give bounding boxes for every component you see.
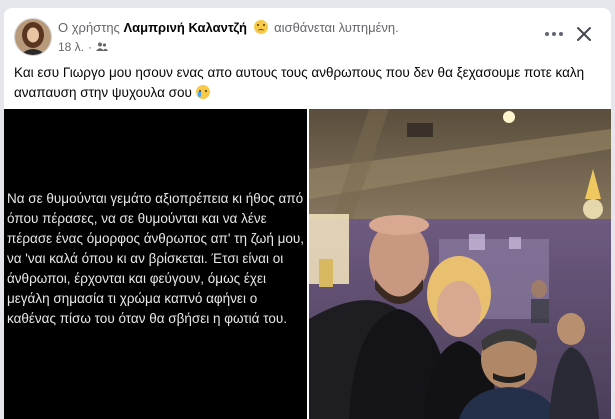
more-options-icon[interactable] — [540, 24, 568, 44]
people-photo[interactable] — [309, 109, 611, 419]
post-header: Ο χρήστης Λαμπρινή Καλαντζή αισθάνεται λ… — [58, 20, 399, 35]
friends-icon — [96, 42, 109, 51]
quote-image[interactable]: Να σε θυμούνται γεμάτο αξιοπρέπεια κι ήθ… — [4, 109, 307, 419]
quote-image-text: Να σε θυμούνται γεμάτο αξιοπρέπεια κι ήθ… — [7, 191, 305, 326]
post-body: Και εσυ Γιωργο μου ησουν ενας απο αυτους… — [14, 65, 585, 100]
post-text: Και εσυ Γιωργο μου ησουν ενας απο αυτους… — [14, 63, 604, 103]
post-card: Ο χρήστης Λαμπρινή Καλαντζή αισθάνεται λ… — [4, 8, 611, 419]
close-icon[interactable] — [572, 22, 596, 46]
crying-face-icon — [195, 85, 210, 99]
post-time[interactable]: 18 λ. — [58, 40, 84, 54]
author-name[interactable]: Λαμπρινή Καλαντζή — [123, 20, 246, 35]
people-photo-illustration — [309, 109, 611, 419]
header-prefix: Ο χρήστης — [58, 20, 120, 35]
sad-face-icon — [253, 20, 268, 34]
feeling-text: αισθάνεται λυπημένη. — [274, 20, 399, 35]
author-avatar[interactable] — [14, 18, 52, 56]
post-meta: 18 λ. · — [58, 40, 109, 54]
